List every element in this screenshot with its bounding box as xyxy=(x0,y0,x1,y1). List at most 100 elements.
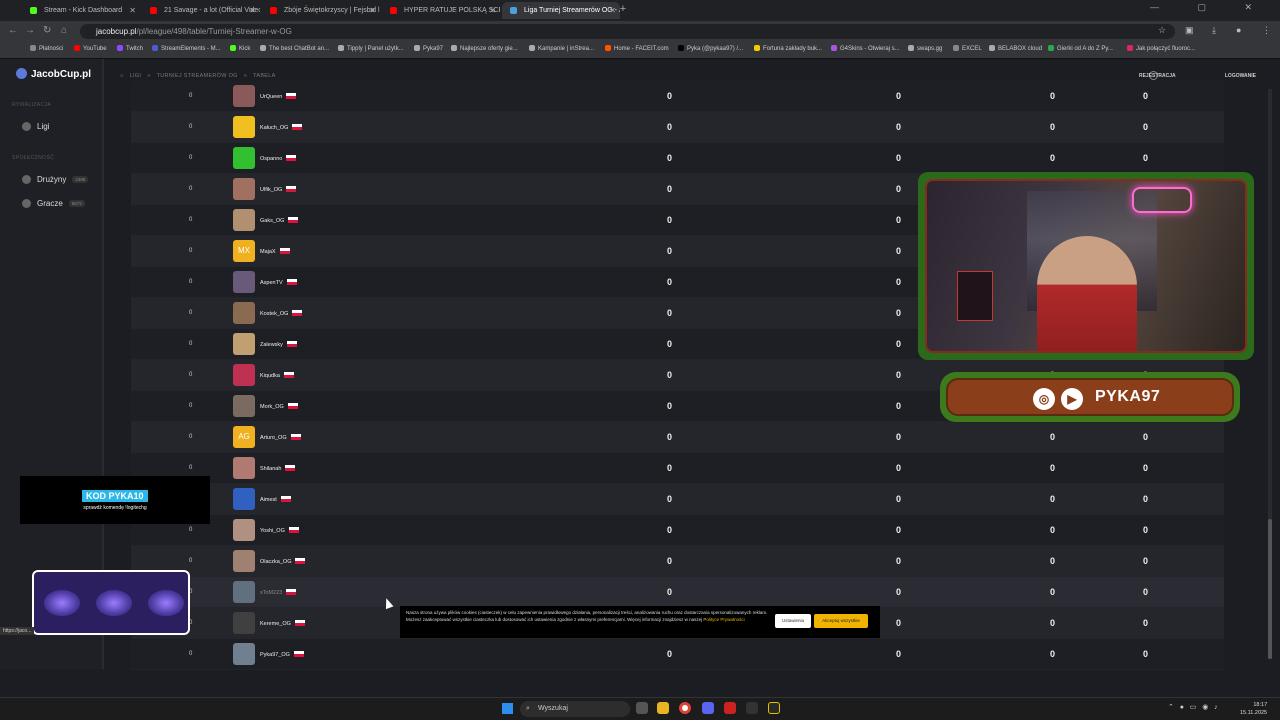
player-name[interactable]: Zalewsky xyxy=(260,341,297,348)
player-name[interactable]: Kałuch_OG xyxy=(260,124,303,131)
player-name[interactable]: Kiqudka xyxy=(260,372,294,379)
download-icon[interactable]: ⤓ xyxy=(1212,25,1216,36)
breadcrumb-item[interactable]: TURNIEJ STREAMERÓW OG xyxy=(157,73,238,79)
home-icon[interactable]: ⌂ xyxy=(120,73,124,79)
player-name[interactable]: Olaczka_OG xyxy=(260,558,306,565)
system-tray[interactable]: ⌃ ● ▭ ◉ ♪ xyxy=(1168,703,1218,711)
bookmark-item[interactable]: Gierki od A do Z Py... xyxy=(1048,45,1113,52)
login-link[interactable]: LOGOWANIE xyxy=(1225,73,1256,79)
player-name[interactable]: Gaks_OG xyxy=(260,217,299,224)
back-icon[interactable]: ← xyxy=(8,25,18,36)
browser-tab[interactable]: Stream - Kick Dashboard ✕ xyxy=(22,2,140,19)
profile-icon[interactable]: ● xyxy=(1236,25,1241,35)
table-row[interactable]: 0 Olaczka_OG 0 0 0 0 xyxy=(131,546,1224,577)
bookmark-item[interactable]: YouTube xyxy=(74,45,107,52)
browser-tab[interactable]: 21 Savage - a lot (Official Video) ✕ xyxy=(142,2,260,19)
player-name[interactable]: Mork_OG xyxy=(260,403,298,410)
table-row[interactable]: 0 Kałuch_OG 0 0 0 0 xyxy=(131,112,1224,143)
browser-tab[interactable]: Liga Turniej Streamerów OG - Ja...✕ xyxy=(502,2,620,19)
close-tab-icon[interactable]: ✕ xyxy=(129,2,136,19)
table-row[interactable]: 0 Pyka97_OG 0 0 0 0 xyxy=(131,639,1224,670)
stat-cell: 0 xyxy=(896,432,902,442)
close-tab-icon[interactable]: ✕ xyxy=(369,2,376,19)
player-name[interactable]: Kereme_OG xyxy=(260,620,305,627)
new-tab-button[interactable]: + xyxy=(617,3,629,15)
table-row[interactable]: 0 Yoshi_OG 0 0 0 0 xyxy=(131,515,1224,546)
player-name[interactable]: Shilanah xyxy=(260,465,296,472)
accept-all-button[interactable]: Akceptuj wszystkie xyxy=(814,614,868,628)
file-explorer-icon[interactable] xyxy=(657,702,669,714)
close-tab-icon[interactable]: ✕ xyxy=(249,2,256,19)
player-name[interactable]: Kostek_OG xyxy=(260,310,303,317)
bookmark-item[interactable]: Jak połączyć fluoroc... xyxy=(1127,45,1195,52)
player-name[interactable]: Ulfik_OG xyxy=(260,186,297,193)
home-icon[interactable]: ⌂ xyxy=(61,25,67,36)
table-row[interactable]: 0 Shilanah 0 0 0 0 xyxy=(131,453,1224,484)
bookmark-item[interactable]: G4Skins - Otwieraj s... xyxy=(831,45,900,52)
player-name[interactable]: Pyka97_OG xyxy=(260,651,304,658)
stat-cell: 0 xyxy=(1143,556,1149,566)
player-name[interactable]: Yoshi_OG xyxy=(260,527,299,534)
browser-tab[interactable]: Zbóje Świętokrzyscy | Fejsbol l... ✕ xyxy=(262,2,380,19)
chrome-icon[interactable] xyxy=(679,702,691,714)
stat-cell: 0 xyxy=(667,494,673,504)
stat-cell: 0 xyxy=(896,587,902,597)
forward-icon[interactable]: → xyxy=(25,25,35,36)
player-name[interactable]: UrQueen xyxy=(260,93,297,100)
breadcrumb-item[interactable]: LIGI xyxy=(130,73,142,79)
reload-icon[interactable]: ↻ xyxy=(43,25,51,36)
sidebar-item-druzyny[interactable]: Drużyny 2485 xyxy=(22,175,89,184)
clock[interactable]: 18:17 15.11.2025 xyxy=(1240,701,1267,717)
epic-games-icon[interactable] xyxy=(746,702,758,714)
bookmark-item[interactable]: Płatności xyxy=(30,45,63,52)
bookmark-item[interactable]: Pyka97 xyxy=(414,45,443,52)
browser-tab[interactable]: HYPER RATUJE POLSKĄ SCENĘ...✕ xyxy=(382,2,500,19)
sidebar-item-gracze[interactable]: Gracze 5672 xyxy=(22,199,85,208)
player-name[interactable]: Aimest xyxy=(260,496,291,503)
bookmark-item[interactable]: BELABOX cloud xyxy=(989,45,1042,52)
bookmark-item[interactable]: swaps.gg xyxy=(908,45,942,52)
player-name[interactable]: AspenTV xyxy=(260,279,297,286)
task-view-icon[interactable] xyxy=(636,702,648,714)
start-button[interactable] xyxy=(502,703,513,714)
player-name[interactable]: xToM223 xyxy=(260,589,297,596)
bookmark-item[interactable]: Home - FACEIT.com xyxy=(605,45,669,52)
table-row[interactable]: 0 Ospanno 0 0 0 0 xyxy=(131,143,1224,174)
bookmark-item[interactable]: EXCEL xyxy=(953,45,982,52)
bookmark-item[interactable]: Najlepsze oferty gie... xyxy=(451,45,518,52)
star-icon[interactable]: ☆ xyxy=(1158,25,1166,36)
player-name[interactable]: Arturo_OG xyxy=(260,434,301,441)
taskbar-search[interactable]: ⌕ Wyszukaj xyxy=(520,701,630,717)
table-row[interactable]: 0 xToM223 0 0 0 0 xyxy=(131,577,1224,608)
register-link[interactable]: REJESTRACJA xyxy=(1139,73,1176,79)
close-tab-icon[interactable]: ✕ xyxy=(609,2,616,19)
app-icon[interactable] xyxy=(768,702,780,714)
app-icon[interactable] xyxy=(724,702,736,714)
bookmark-item[interactable]: Fortuna zakłady buk... xyxy=(754,45,822,52)
privacy-policy-link[interactable]: Polityce Prywatności xyxy=(703,617,744,622)
extensions-icon[interactable]: ▣ xyxy=(1185,25,1194,36)
table-row[interactable]: 0 AG Arturo_OG 0 0 0 0 xyxy=(131,422,1224,453)
window-controls[interactable]: — ▢ ✕ xyxy=(1150,2,1270,13)
bookmark-item[interactable]: Pyka (@pykaa97) /... xyxy=(678,45,743,52)
stat-cell: 0 xyxy=(667,649,673,659)
site-logo[interactable]: JacobCup.pl xyxy=(16,68,91,80)
close-tab-icon[interactable]: ✕ xyxy=(489,2,496,19)
table-row[interactable]: 0 UrQueen 0 0 0 0 xyxy=(131,81,1224,112)
menu-icon[interactable]: ⋮ xyxy=(1262,25,1271,36)
bookmark-item[interactable]: Twitch xyxy=(117,45,143,52)
bookmark-item[interactable]: Kampanie | inStrea... xyxy=(529,45,594,52)
player-name[interactable]: Ospanno xyxy=(260,155,297,162)
table-row[interactable]: 0Aimest0000 xyxy=(131,484,1224,515)
player-name[interactable]: MajaX xyxy=(260,248,290,255)
bookmark-item[interactable]: StreamElements - M... xyxy=(152,45,221,52)
bookmark-item[interactable]: Kick xyxy=(230,45,250,52)
scrollbar-thumb[interactable] xyxy=(1268,519,1272,659)
cookie-settings-button[interactable]: Ustawienia xyxy=(775,614,811,628)
breadcrumb-item[interactable]: TABELA xyxy=(253,73,275,79)
discord-icon[interactable] xyxy=(702,702,714,714)
bookmark-item[interactable]: The best ChatBot an... xyxy=(260,45,329,52)
address-bar[interactable]: jacobcup.pl/pl/league/498/table/Turniej-… xyxy=(80,24,1175,39)
bookmark-item[interactable]: Tipply | Panel użytk... xyxy=(338,45,404,52)
sidebar-item-ligi[interactable]: Ligi xyxy=(22,122,49,131)
